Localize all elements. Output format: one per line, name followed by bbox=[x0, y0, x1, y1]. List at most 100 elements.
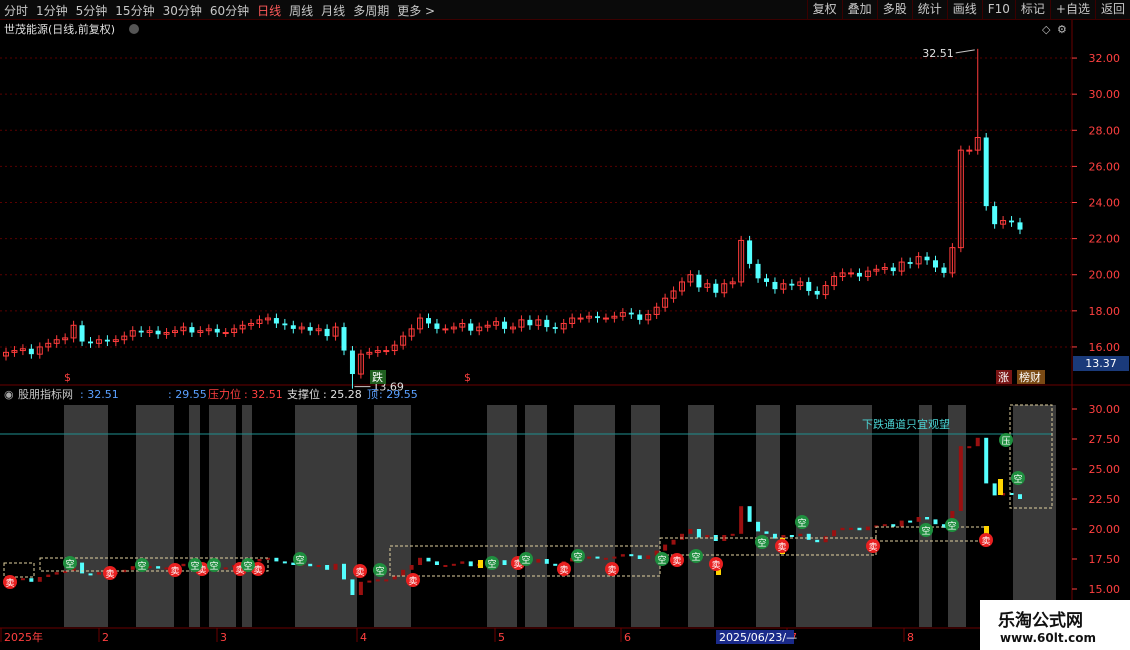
ind-candle bbox=[747, 506, 752, 522]
ind-candle bbox=[958, 446, 963, 511]
period-tab-4[interactable]: 30分钟 bbox=[163, 2, 202, 19]
sell-badge-label: 卖 bbox=[408, 576, 417, 587]
ind-y-tick-label: 20.00 bbox=[1089, 523, 1121, 536]
period-tab-2[interactable]: 5分钟 bbox=[76, 2, 108, 19]
signal-band bbox=[631, 405, 660, 627]
main-y-tick-label: 20.00 bbox=[1089, 269, 1121, 282]
signal-band bbox=[919, 405, 932, 627]
main-y-tick-label: 16.00 bbox=[1089, 341, 1121, 354]
candle-body bbox=[527, 319, 533, 326]
ind-candle bbox=[629, 554, 634, 557]
ind-candle bbox=[451, 563, 456, 566]
candle-body bbox=[806, 281, 812, 291]
candle-body bbox=[426, 318, 431, 324]
ind-candle bbox=[688, 529, 693, 534]
empty-badge-label: 空 bbox=[691, 551, 700, 563]
candle-body bbox=[79, 325, 85, 342]
tool-button-3[interactable]: 统计 bbox=[911, 0, 947, 20]
indicator-value1: : 32.51 bbox=[80, 388, 119, 401]
sell-badge-label: 卖 bbox=[711, 560, 720, 571]
ind-candle bbox=[20, 578, 25, 581]
period-tab-9[interactable]: 多周期 bbox=[353, 2, 389, 19]
ind-candle bbox=[434, 561, 439, 565]
main-y-tick-label: 18.00 bbox=[1089, 305, 1121, 318]
signal-band bbox=[189, 405, 200, 627]
candle-body bbox=[189, 327, 195, 333]
tool-button-7[interactable]: +自选 bbox=[1049, 0, 1095, 20]
tool-button-4[interactable]: 画线 bbox=[946, 0, 982, 20]
ind-candle bbox=[367, 580, 372, 583]
gear-icon: ⚙ bbox=[1057, 23, 1067, 36]
candle-body bbox=[907, 262, 913, 264]
candle-body bbox=[468, 323, 474, 331]
tool-button-8[interactable]: 返回 bbox=[1094, 0, 1130, 20]
period-tab-0[interactable]: 分时 bbox=[4, 2, 28, 19]
ind-candle bbox=[730, 533, 735, 536]
sell-badge-label: 卖 bbox=[868, 542, 877, 553]
dollar-marker: $ bbox=[464, 371, 471, 384]
period-tab-8[interactable]: 月线 bbox=[321, 2, 345, 19]
period-tab-3[interactable]: 15分钟 bbox=[115, 2, 154, 19]
toolbar: 分时 1分钟 5分钟 15分钟 30分钟 60分钟 日线 周线 月线 多周期 更多 > 复权 叠加 多股… bbox=[0, 0, 1130, 20]
ind-candle bbox=[282, 561, 287, 564]
ind-candle bbox=[680, 533, 684, 540]
empty-badge-label: 空 bbox=[521, 554, 530, 566]
empty-badge-label: 空 bbox=[947, 520, 956, 532]
period-tab-6[interactable]: 日线 bbox=[257, 2, 281, 19]
empty-badge-label: 空 bbox=[295, 554, 304, 566]
ind-candle bbox=[705, 535, 710, 538]
signal-band bbox=[374, 405, 411, 627]
candle-body bbox=[442, 328, 449, 331]
ind-candle bbox=[637, 555, 642, 559]
period-tab-1[interactable]: 1分钟 bbox=[36, 2, 68, 19]
candle-body bbox=[324, 328, 330, 337]
ind-candle bbox=[865, 526, 870, 531]
tool-button-6[interactable]: 标记 bbox=[1014, 0, 1050, 20]
candle-body bbox=[789, 283, 795, 286]
indicator-menu-icon: ◉ bbox=[4, 388, 14, 401]
tool-button-5[interactable]: F10 bbox=[981, 0, 1015, 20]
main-y-tick-label: 30.00 bbox=[1089, 88, 1121, 101]
period-tab-5[interactable]: 60分钟 bbox=[210, 2, 249, 19]
ind-candle bbox=[603, 557, 608, 560]
ind-candle bbox=[401, 569, 406, 576]
candle-body bbox=[983, 137, 989, 207]
signal-band bbox=[796, 405, 872, 627]
ind-candle bbox=[358, 581, 363, 595]
period-tab-10[interactable]: 更多 > bbox=[397, 2, 435, 19]
tool-button-1[interactable]: 叠加 bbox=[841, 0, 877, 20]
tool-button-0[interactable]: 复权 bbox=[806, 0, 842, 20]
ind-candle bbox=[663, 544, 668, 551]
ind-candle bbox=[181, 563, 186, 567]
logo-title: 乐淘公式网 bbox=[998, 611, 1083, 631]
ind-candle bbox=[164, 567, 169, 570]
sell-badge-label: 卖 bbox=[5, 578, 14, 589]
ind-y-tick-label: 22.50 bbox=[1089, 493, 1121, 506]
period-tab-7[interactable]: 周线 bbox=[289, 2, 313, 19]
candle-body bbox=[713, 283, 719, 293]
ind-candle bbox=[46, 574, 51, 577]
ind-candle bbox=[502, 560, 507, 565]
candle-body bbox=[747, 240, 753, 264]
kline-chart[interactable]: 32.00 30.00 28.00 26.00 24.00 22.00 20.00 18.00… bbox=[0, 20, 1130, 650]
main-y-tick-label: 24.00 bbox=[1089, 197, 1121, 210]
main-y-tick-label: 32.00 bbox=[1089, 52, 1121, 65]
signal-band bbox=[574, 405, 615, 627]
sell-badge-label: 卖 bbox=[170, 566, 179, 577]
ind-candle bbox=[967, 446, 972, 449]
ind-candle bbox=[832, 530, 837, 537]
candle-body bbox=[992, 206, 998, 225]
tool-buttons: 复权 叠加 多股 统计 画线 F10 标记 +自选 返回 bbox=[806, 0, 1130, 20]
pressure-value: : 32.51 bbox=[244, 388, 283, 401]
tool-button-2[interactable]: 多股 bbox=[876, 0, 912, 20]
logo-url: www.60lt.com bbox=[1000, 631, 1097, 645]
main-y-tick-label: 26.00 bbox=[1089, 160, 1121, 173]
main-y-tick-label: 28.00 bbox=[1089, 124, 1121, 137]
ind-candle bbox=[37, 577, 42, 582]
date-label: 2025年 bbox=[4, 630, 43, 644]
candle-body bbox=[933, 260, 938, 268]
chevron-down-icon bbox=[129, 24, 139, 34]
main-y-tick-label: 22.00 bbox=[1089, 233, 1121, 246]
ind-candle bbox=[308, 563, 313, 567]
ind-candle bbox=[274, 557, 279, 562]
